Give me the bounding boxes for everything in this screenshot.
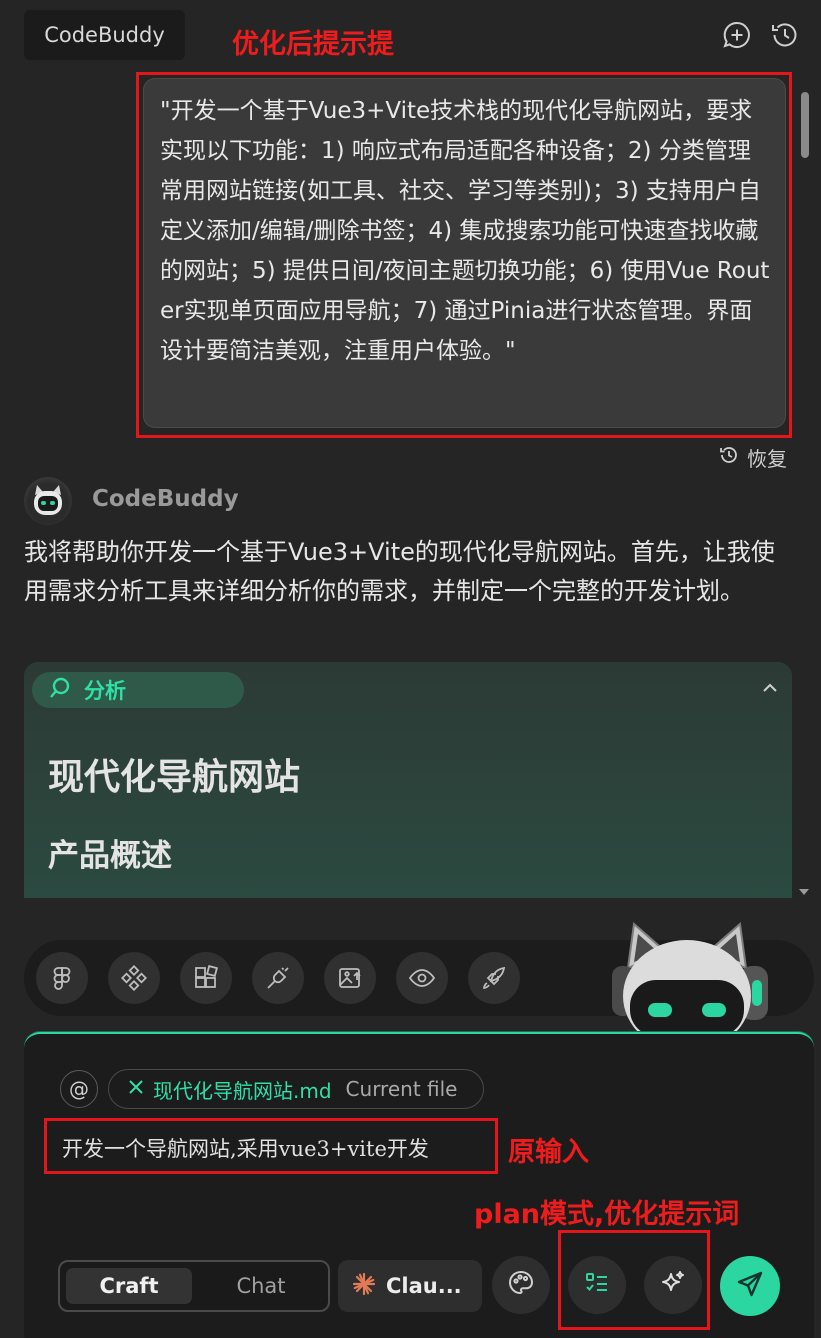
- scroll-down-arrow-icon[interactable]: [798, 882, 810, 901]
- deploy-rocket-icon[interactable]: [468, 952, 520, 1004]
- context-file-name: 现代化导航网站.md: [153, 1078, 332, 1103]
- annotation-frame-plan: [558, 1230, 710, 1330]
- context-file-chip[interactable]: 现代化导航网站.md Current file: [108, 1069, 484, 1109]
- page-scrollbar[interactable]: [797, 84, 813, 874]
- restore-icon: [719, 445, 739, 470]
- components-icon[interactable]: [108, 952, 160, 1004]
- restore-button[interactable]: 恢复: [719, 443, 787, 472]
- mode-chat-tab[interactable]: Chat: [198, 1268, 324, 1304]
- send-button[interactable]: [720, 1256, 780, 1316]
- analysis-card: 分析 现代化导航网站 产品概述: [24, 662, 792, 898]
- image-upload-icon[interactable]: [324, 952, 376, 1004]
- assistant-message: 我将帮助你开发一个基于Vue3+Vite的现代化导航网站。首先，让我使用需求分析…: [24, 538, 775, 605]
- analysis-heading: 现代化导航网站: [48, 757, 301, 798]
- analysis-label: 分析: [84, 679, 126, 703]
- figma-icon[interactable]: [36, 952, 88, 1004]
- context-file-meta: Current file: [345, 1077, 458, 1101]
- close-icon[interactable]: [127, 1077, 145, 1101]
- model-selector[interactable]: Clau...: [338, 1260, 482, 1312]
- scrollbar-thumb[interactable]: [801, 92, 809, 158]
- analysis-subheading: 产品概述: [48, 838, 172, 874]
- search-icon: [48, 676, 72, 705]
- codebuddy-mascot: [598, 918, 776, 1052]
- theme-palette-button[interactable]: [492, 1256, 550, 1314]
- history-icon[interactable]: [768, 18, 802, 52]
- blocks-icon[interactable]: [180, 952, 232, 1004]
- mode-craft-tab[interactable]: Craft: [66, 1268, 192, 1304]
- codebuddy-tab[interactable]: CodeBuddy: [24, 10, 185, 60]
- chevron-up-icon[interactable]: [760, 678, 780, 698]
- chat-plus-icon[interactable]: [720, 18, 754, 52]
- mode-switch: Craft Chat: [58, 1260, 330, 1312]
- assistant-name: CodeBuddy: [92, 486, 239, 512]
- send-icon: [735, 1269, 765, 1303]
- optimized-prompt-bubble: "开发一个基于Vue3+Vite技术栈的现代化导航网站，要求实现以下功能：1) …: [143, 78, 786, 428]
- preview-icon[interactable]: [396, 952, 448, 1004]
- palette-icon: [507, 1269, 535, 1301]
- annotation-plan: plan模式,优化提示词: [474, 1199, 740, 1230]
- annotation-optimized: 优化后提示提: [232, 29, 394, 60]
- model-label: Clau...: [386, 1274, 462, 1298]
- annotation-frame-original: [44, 1118, 498, 1174]
- restore-label: 恢复: [747, 447, 787, 471]
- claude-spark-icon: [352, 1272, 376, 1301]
- analysis-toggle[interactable]: 分析: [32, 672, 244, 708]
- plugin-icon[interactable]: [252, 952, 304, 1004]
- mention-button[interactable]: @: [60, 1070, 98, 1108]
- optimized-prompt-text: "开发一个基于Vue3+Vite技术栈的现代化导航网站，要求实现以下功能：1) …: [160, 98, 770, 364]
- annotation-original: 原输入: [508, 1137, 589, 1168]
- codebuddy-avatar: [24, 477, 72, 525]
